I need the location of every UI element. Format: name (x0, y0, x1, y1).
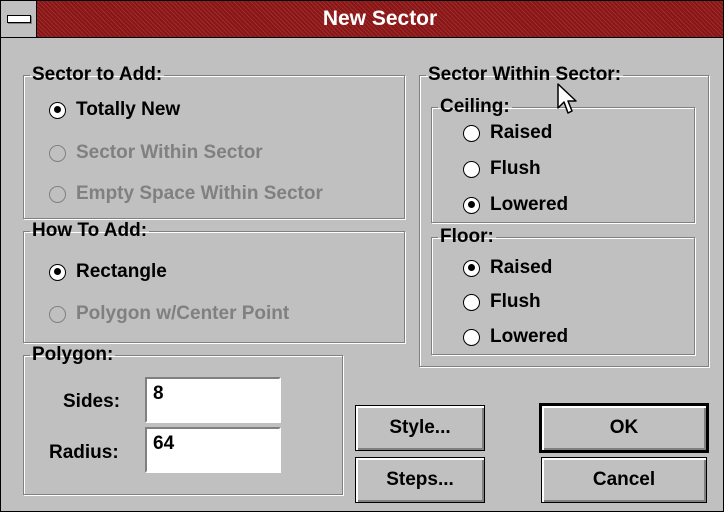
radio-circle-icon (463, 328, 480, 346)
steps-button[interactable]: Steps... (355, 457, 485, 503)
sides-input[interactable]: 8 (145, 377, 281, 423)
radio-circle-icon (463, 293, 480, 311)
radius-input[interactable]: 64 (145, 427, 281, 473)
radio-floor-lowered[interactable]: Lowered (463, 326, 568, 348)
radio-empty-space-label: Empty Space Within Sector (76, 183, 323, 204)
radio-circle-icon (49, 185, 66, 203)
radio-ceiling-lowered-label: Lowered (490, 194, 569, 215)
radio-sector-within-sector-label: Sector Within Sector (76, 142, 263, 163)
radio-circle-icon (49, 144, 66, 162)
radio-circle-icon (463, 160, 480, 178)
radio-floor-flush[interactable]: Flush (463, 291, 541, 313)
radio-circle-icon (49, 305, 66, 323)
radio-circle-icon (463, 259, 480, 277)
radio-ceiling-flush[interactable]: Flush (463, 158, 541, 180)
floor-label: Floor: (440, 226, 494, 247)
radio-totally-new[interactable]: Totally New (49, 99, 180, 121)
sector-within-sector-label: Sector Within Sector: (428, 64, 622, 85)
radio-ceiling-lowered[interactable]: Lowered (463, 194, 568, 216)
ok-button[interactable]: OK (539, 403, 709, 453)
radius-label: Radius: (49, 442, 119, 463)
radio-ceiling-raised-label: Raised (490, 122, 553, 143)
how-to-add-label: How To Add: (32, 220, 148, 241)
polygon-label: Polygon: (32, 344, 114, 365)
cancel-button[interactable]: Cancel (541, 457, 707, 503)
radio-rectangle[interactable]: Rectangle (49, 261, 167, 283)
system-menu-icon[interactable] (1, 1, 37, 37)
radio-rectangle-label: Rectangle (76, 261, 167, 282)
radio-polygon-label: Polygon w/Center Point (76, 303, 290, 324)
style-button[interactable]: Style... (355, 405, 485, 451)
radio-ceiling-flush-label: Flush (490, 158, 541, 179)
title-bar[interactable]: New Sector (1, 1, 723, 38)
radio-floor-raised[interactable]: Raised (463, 257, 552, 279)
radio-ceiling-raised[interactable]: Raised (463, 122, 552, 144)
radio-circle-icon (463, 124, 480, 142)
radio-polygon-center-point[interactable]: Polygon w/Center Point (49, 303, 289, 325)
new-sector-dialog: New Sector Sector to Add: Totally New Se… (0, 0, 724, 512)
radio-floor-lowered-label: Lowered (490, 326, 569, 347)
radio-sector-within-sector[interactable]: Sector Within Sector (49, 142, 263, 164)
radio-circle-icon (49, 101, 66, 119)
mouse-pointer-icon (557, 83, 577, 114)
window-title: New Sector (322, 7, 438, 30)
radio-circle-icon (463, 196, 480, 214)
sides-label: Sides: (63, 391, 121, 412)
radio-empty-space-within-sector[interactable]: Empty Space Within Sector (49, 183, 323, 205)
radio-floor-flush-label: Flush (490, 291, 541, 312)
radio-circle-icon (49, 263, 66, 281)
radio-totally-new-label: Totally New (76, 99, 181, 120)
radio-floor-raised-label: Raised (490, 257, 553, 278)
ceiling-label: Ceiling: (440, 96, 510, 117)
sector-to-add-label: Sector to Add: (32, 64, 163, 85)
